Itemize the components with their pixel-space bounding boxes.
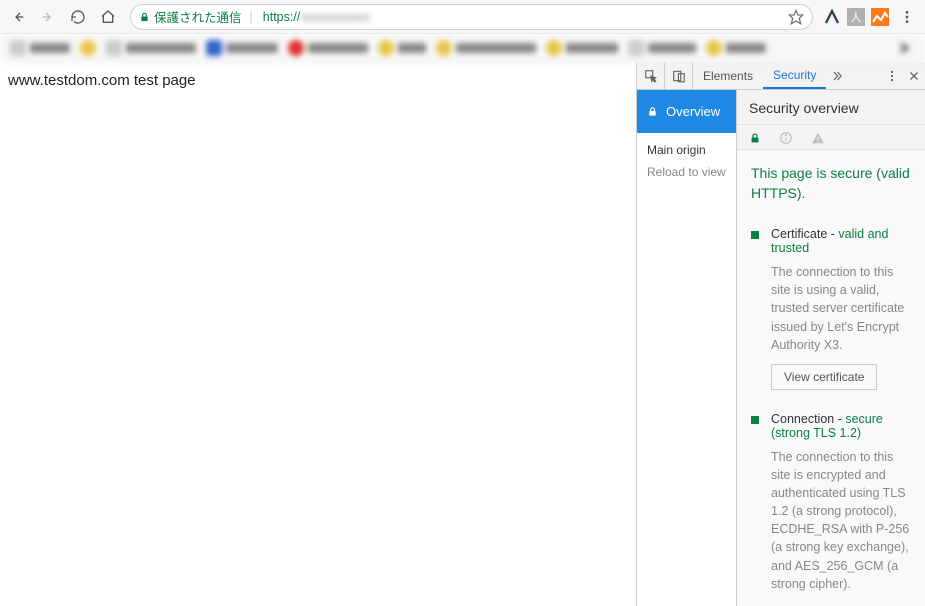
security-chip[interactable]: 保護された通信 | bbox=[139, 7, 257, 26]
secure-label: 保護された通信 bbox=[154, 7, 242, 26]
browser-toolbar: 保護された通信 | https://aaaaaaaaaa 人 bbox=[0, 0, 925, 34]
reload-icon bbox=[70, 9, 86, 25]
forward-button[interactable] bbox=[36, 5, 60, 29]
connection-block: Connection - secure (strong TLS 1.2) The… bbox=[751, 412, 911, 593]
page-viewport: www.testdom.com test page bbox=[0, 62, 636, 606]
certificate-label: Certificate - bbox=[771, 227, 838, 241]
extension-icon[interactable] bbox=[871, 8, 889, 26]
warning-icon bbox=[811, 131, 825, 145]
arrow-left-icon bbox=[10, 9, 26, 25]
security-sidebar: Overview Main origin Reload to view bbox=[637, 90, 737, 606]
connection-heading: Connection - secure (strong TLS 1.2) bbox=[771, 412, 911, 440]
warning-status-icon bbox=[811, 131, 825, 145]
back-button[interactable] bbox=[6, 5, 30, 29]
arrow-right-icon bbox=[40, 9, 56, 25]
chevron-right-icon bbox=[896, 41, 910, 55]
bookmarks-bar bbox=[0, 34, 925, 62]
devtools-panel: Elements Security Overview Main origin R… bbox=[636, 62, 925, 606]
connection-description: The connection to this site is encrypted… bbox=[771, 448, 911, 593]
kebab-icon bbox=[899, 9, 915, 25]
certificate-heading: Certificate - valid and trusted bbox=[771, 227, 911, 255]
inspect-icon bbox=[644, 69, 658, 83]
separator: | bbox=[250, 10, 253, 24]
bookmark-star-button[interactable] bbox=[788, 9, 804, 25]
sidebar-reload-hint: Reload to view bbox=[637, 161, 736, 183]
security-overview-title: Security overview bbox=[737, 90, 925, 125]
devtools-menu-button[interactable] bbox=[881, 62, 903, 89]
certificate-description: The connection to this site is using a v… bbox=[771, 263, 911, 354]
lock-status-icon bbox=[749, 131, 761, 145]
certificate-block: Certificate - valid and trusted The conn… bbox=[751, 227, 911, 390]
svg-text:人: 人 bbox=[851, 11, 862, 24]
tabs-overflow-button[interactable] bbox=[826, 62, 848, 89]
close-icon bbox=[908, 70, 920, 82]
status-marker-icon bbox=[751, 231, 759, 239]
bookmarks-overflow[interactable] bbox=[891, 36, 915, 60]
browser-menu-button[interactable] bbox=[895, 5, 919, 29]
kebab-icon bbox=[885, 69, 899, 83]
info-status-icon bbox=[779, 131, 793, 145]
sidebar-overview-label: Overview bbox=[666, 104, 720, 119]
status-marker-icon bbox=[751, 416, 759, 424]
info-icon bbox=[779, 131, 793, 145]
device-toggle-button[interactable] bbox=[665, 62, 693, 89]
sidebar-overview[interactable]: Overview bbox=[637, 90, 736, 133]
url-display: https://aaaaaaaaaa bbox=[263, 10, 370, 24]
star-icon bbox=[788, 9, 804, 25]
connection-label: Connection - bbox=[771, 412, 845, 426]
tab-security[interactable]: Security bbox=[763, 62, 826, 89]
reload-button[interactable] bbox=[66, 5, 90, 29]
extension-icons: 人 bbox=[823, 5, 919, 29]
view-certificate-button[interactable]: View certificate bbox=[771, 364, 877, 390]
lock-icon bbox=[647, 105, 658, 118]
devtools-tabbar: Elements Security bbox=[637, 62, 925, 90]
security-status-icons bbox=[737, 125, 925, 150]
device-icon bbox=[672, 69, 686, 83]
lock-icon bbox=[139, 11, 150, 23]
page-body-text: www.testdom.com test page bbox=[8, 72, 628, 89]
url-protocol: https:// bbox=[263, 10, 301, 24]
chevron-double-right-icon bbox=[831, 70, 843, 82]
home-icon bbox=[100, 9, 116, 25]
inspect-element-button[interactable] bbox=[637, 62, 665, 89]
address-bar[interactable]: 保護された通信 | https://aaaaaaaaaa bbox=[130, 4, 813, 30]
lock-icon bbox=[749, 131, 761, 145]
devtools-close-button[interactable] bbox=[903, 62, 925, 89]
home-button[interactable] bbox=[96, 5, 120, 29]
security-overview-panel: Security overview This page is secure (v… bbox=[737, 90, 925, 606]
tab-elements[interactable]: Elements bbox=[693, 62, 763, 89]
sidebar-main-origin: Main origin bbox=[637, 133, 736, 161]
secure-headline: This page is secure (valid HTTPS). bbox=[751, 164, 911, 203]
extension-icon[interactable] bbox=[823, 8, 841, 26]
extension-icon[interactable]: 人 bbox=[847, 8, 865, 26]
